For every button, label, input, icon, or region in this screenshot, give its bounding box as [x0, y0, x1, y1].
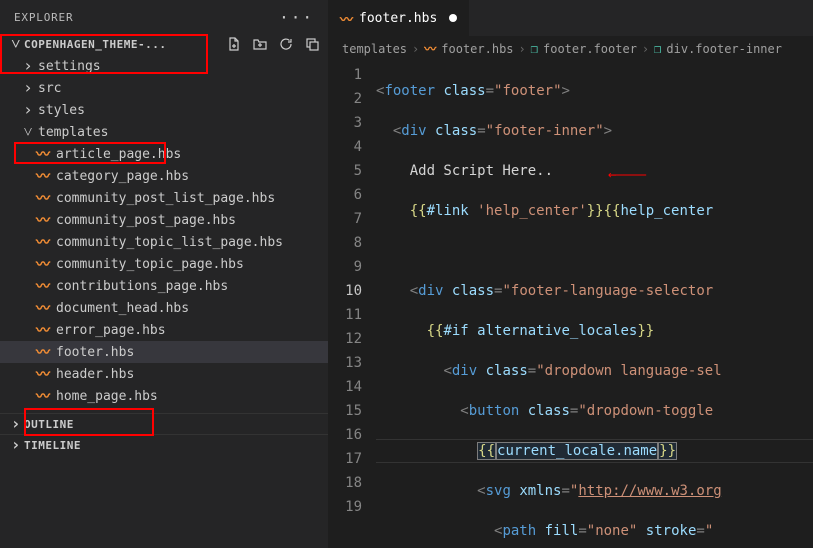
code-content[interactable]: <footer class="footer"> <div class="foot… — [376, 61, 813, 548]
chevron-right-icon: › — [8, 438, 24, 452]
collapse-all-icon[interactable] — [304, 36, 320, 52]
handlebars-icon: 〰 — [36, 342, 50, 362]
chevron-right-icon: › — [20, 81, 36, 95]
new-file-icon[interactable] — [226, 36, 242, 52]
breadcrumb-folder: templates — [342, 42, 407, 56]
handlebars-icon: 〰 — [36, 166, 50, 186]
code-editor[interactable]: 12345678910111213141516171819 <footer cl… — [328, 61, 813, 548]
symbol-icon: ❒ — [531, 42, 538, 56]
chevron-right-icon: › — [20, 103, 36, 117]
symbol-icon: ❒ — [654, 42, 661, 56]
handlebars-icon: 〰 — [36, 144, 50, 164]
handlebars-icon: 〰 — [36, 386, 50, 406]
chevron-right-icon: › — [8, 417, 24, 431]
tab-footer[interactable]: 〰 footer.hbs — [328, 0, 470, 36]
file-label: footer.hbs — [56, 345, 134, 360]
file-label: error_page.hbs — [56, 323, 166, 338]
handlebars-icon: 〰 — [36, 232, 50, 252]
breadcrumb-separator-icon: › — [412, 42, 419, 56]
modified-indicator-icon — [449, 14, 457, 22]
file-label: category_page.hbs — [56, 169, 189, 184]
folder-label: settings — [38, 59, 101, 74]
folder-label: src — [38, 81, 61, 96]
handlebars-icon: 〰 — [36, 188, 50, 208]
handlebars-icon: 〰 — [36, 276, 50, 296]
chevron-right-icon: › — [20, 59, 36, 73]
editor-tabs: 〰 footer.hbs — [328, 0, 813, 36]
file-label: community_topic_page.hbs — [56, 257, 244, 272]
folder-label: templates — [38, 125, 108, 140]
file-item[interactable]: 〰 article_page.hbs — [0, 143, 328, 165]
file-item[interactable]: 〰 home_page.hbs — [0, 385, 328, 407]
folder-styles[interactable]: ›styles — [0, 99, 328, 121]
handlebars-icon: 〰 — [340, 9, 353, 28]
project-section-header[interactable]: ˅ COPENHAGEN_THEME-... — [0, 33, 328, 55]
file-label: community_topic_list_page.hbs — [56, 235, 283, 250]
folder-label: styles — [38, 103, 85, 118]
file-item[interactable]: 〰 community_topic_page.hbs — [0, 253, 328, 275]
annotation-arrow-icon: ←———— — [608, 163, 645, 187]
file-label: community_post_page.hbs — [56, 213, 236, 228]
file-item[interactable]: 〰 community_post_page.hbs — [0, 209, 328, 231]
handlebars-icon: 〰 — [36, 254, 50, 274]
breadcrumb-symbol: div.footer-inner — [666, 42, 782, 56]
line-gutter: 12345678910111213141516171819 — [328, 61, 376, 548]
outline-section-header[interactable]: ›OUTLINE — [0, 413, 328, 434]
explorer-title: EXPLORER — [14, 11, 73, 24]
timeline-section-header[interactable]: ›TIMELINE — [0, 434, 328, 455]
file-label: community_post_list_page.hbs — [56, 191, 275, 206]
file-item-footer[interactable]: 〰 footer.hbs — [0, 341, 328, 363]
breadcrumb[interactable]: templates › 〰 footer.hbs › ❒ footer.foot… — [328, 36, 813, 61]
file-item[interactable]: 〰 document_head.hbs — [0, 297, 328, 319]
chevron-down-icon: ˅ — [8, 37, 24, 51]
file-label: contributions_page.hbs — [56, 279, 228, 294]
explorer-more-icon[interactable]: ··· — [279, 8, 314, 27]
breadcrumb-file: footer.hbs — [441, 42, 513, 56]
breadcrumb-separator-icon: › — [642, 42, 649, 56]
file-label: document_head.hbs — [56, 301, 189, 316]
chevron-down-icon: ˅ — [20, 125, 36, 139]
file-item[interactable]: 〰 contributions_page.hbs — [0, 275, 328, 297]
project-name: COPENHAGEN_THEME-... — [24, 38, 166, 51]
handlebars-icon: 〰 — [36, 364, 50, 384]
refresh-icon[interactable] — [278, 36, 294, 52]
timeline-label: TIMELINE — [24, 439, 81, 452]
breadcrumb-symbol: footer.footer — [543, 42, 637, 56]
file-label: article_page.hbs — [56, 147, 181, 162]
file-item[interactable]: 〰 error_page.hbs — [0, 319, 328, 341]
handlebars-icon: 〰 — [424, 40, 436, 57]
breadcrumb-separator-icon: › — [519, 42, 526, 56]
file-item[interactable]: 〰 community_topic_list_page.hbs — [0, 231, 328, 253]
handlebars-icon: 〰 — [36, 320, 50, 340]
file-item[interactable]: 〰 header.hbs — [0, 363, 328, 385]
folder-settings[interactable]: ›settings — [0, 55, 328, 77]
file-item[interactable]: 〰 category_page.hbs — [0, 165, 328, 187]
file-label: home_page.hbs — [56, 389, 158, 404]
tab-label: footer.hbs — [359, 11, 437, 26]
outline-label: OUTLINE — [24, 418, 74, 431]
new-folder-icon[interactable] — [252, 36, 268, 52]
handlebars-icon: 〰 — [36, 210, 50, 230]
file-item[interactable]: 〰 community_post_list_page.hbs — [0, 187, 328, 209]
folder-src[interactable]: ›src — [0, 77, 328, 99]
handlebars-icon: 〰 — [36, 298, 50, 318]
folder-templates[interactable]: ˅templates — [0, 121, 328, 143]
file-label: header.hbs — [56, 367, 134, 382]
